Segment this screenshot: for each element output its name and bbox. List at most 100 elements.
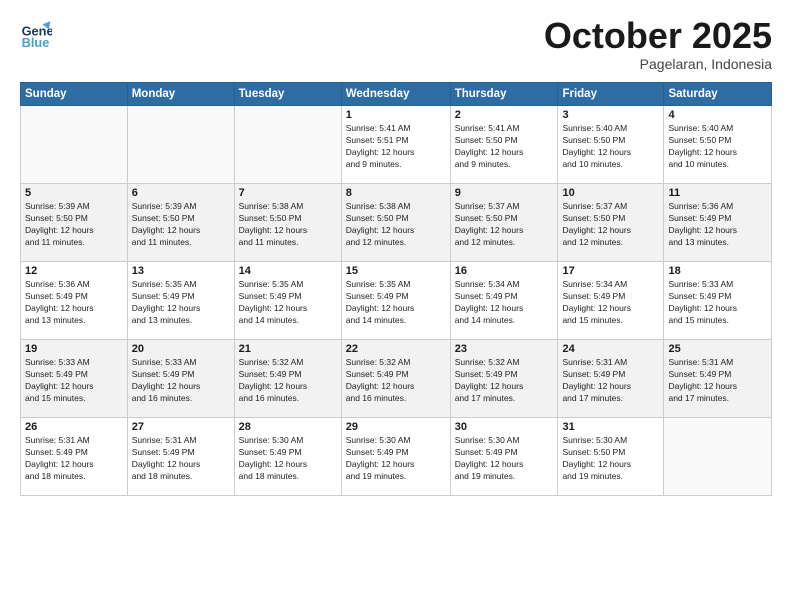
location: Pagelaran, Indonesia [544,56,772,72]
day-number: 14 [239,265,337,277]
calendar-cell: 6 Sunrise: 5:39 AM Sunset: 5:50 PM Daylig… [127,184,234,262]
calendar-cell: 20 Sunrise: 5:33 AM Sunset: 5:49 PM Dayli… [127,340,234,418]
day-number: 22 [346,343,446,355]
day-number: 19 [25,343,123,355]
day-number: 15 [346,265,446,277]
day-info: Sunrise: 5:34 AM Sunset: 5:49 PM Dayligh… [455,279,554,327]
day-number: 21 [239,343,337,355]
day-info: Sunrise: 5:41 AM Sunset: 5:50 PM Dayligh… [455,123,554,171]
day-info: Sunrise: 5:30 AM Sunset: 5:49 PM Dayligh… [346,435,446,483]
day-number: 4 [668,109,767,121]
day-info: Sunrise: 5:40 AM Sunset: 5:50 PM Dayligh… [668,123,767,171]
calendar-cell: 24 Sunrise: 5:31 AM Sunset: 5:49 PM Dayli… [558,340,664,418]
day-number: 24 [562,343,659,355]
day-number: 13 [132,265,230,277]
calendar-cell: 8Sunrise: 5:38 AM Sunset: 5:50 PM Daylig… [341,184,450,262]
weekday-header-tuesday: Tuesday [234,83,341,106]
calendar-cell: 17Sunrise: 5:34 AM Sunset: 5:49 PM Dayli… [558,262,664,340]
calendar-week-3: 19 Sunrise: 5:33 AM Sunset: 5:49 PM Dayli… [21,340,772,418]
day-info: Sunrise: 5:30 AM Sunset: 5:49 PM Dayligh… [239,435,337,483]
day-info: Sunrise: 5:33 AM Sunset: 5:49 PM Dayligh… [668,279,767,327]
day-info: Sunrise: 5:35 AM Sunset: 5:49 PM Dayligh… [346,279,446,327]
calendar-cell: 29 Sunrise: 5:30 AM Sunset: 5:49 PM Dayli… [341,418,450,496]
calendar-week-0: 1Sunrise: 5:41 AM Sunset: 5:51 PM Daylig… [21,106,772,184]
month-title: October 2025 [544,18,772,54]
calendar-cell: 19Sunrise: 5:33 AM Sunset: 5:49 PM Dayli… [21,340,128,418]
day-info: Sunrise: 5:30 AM Sunset: 5:50 PM Dayligh… [562,435,659,483]
day-info: Sunrise: 5:31 AM Sunset: 5:49 PM Dayligh… [562,357,659,405]
day-number: 6 [132,187,230,199]
weekday-header-saturday: Saturday [664,83,772,106]
day-info: Sunrise: 5:39 AM Sunset: 5:50 PM Dayligh… [25,201,123,249]
day-number: 25 [668,343,767,355]
calendar-cell: 3 Sunrise: 5:40 AM Sunset: 5:50 PM Daylig… [558,106,664,184]
day-info: Sunrise: 5:32 AM Sunset: 5:49 PM Dayligh… [346,357,446,405]
calendar-cell: 25 Sunrise: 5:31 AM Sunset: 5:49 PM Dayli… [664,340,772,418]
calendar-cell: 5 Sunrise: 5:39 AM Sunset: 5:50 PM Daylig… [21,184,128,262]
day-number: 17 [562,265,659,277]
calendar-cell: 26 Sunrise: 5:31 AM Sunset: 5:49 PM Dayli… [21,418,128,496]
day-number: 30 [455,421,554,433]
calendar-cell [234,106,341,184]
day-number: 29 [346,421,446,433]
calendar-cell: 27 Sunrise: 5:31 AM Sunset: 5:49 PM Dayli… [127,418,234,496]
day-number: 18 [668,265,767,277]
calendar-cell: 15 Sunrise: 5:35 AM Sunset: 5:49 PM Dayli… [341,262,450,340]
title-block: October 2025 Pagelaran, Indonesia [544,18,772,72]
calendar-cell: 28 Sunrise: 5:30 AM Sunset: 5:49 PM Dayli… [234,418,341,496]
calendar-table: SundayMondayTuesdayWednesdayThursdayFrid… [20,82,772,496]
weekday-header-wednesday: Wednesday [341,83,450,106]
day-info: Sunrise: 5:31 AM Sunset: 5:49 PM Dayligh… [668,357,767,405]
day-info: Sunrise: 5:36 AM Sunset: 5:49 PM Dayligh… [25,279,123,327]
day-number: 27 [132,421,230,433]
calendar-cell: 13 Sunrise: 5:35 AM Sunset: 5:49 PM Dayli… [127,262,234,340]
weekday-header-sunday: Sunday [21,83,128,106]
svg-text:Blue: Blue [22,35,50,50]
weekday-header-thursday: Thursday [450,83,558,106]
day-info: Sunrise: 5:33 AM Sunset: 5:49 PM Dayligh… [132,357,230,405]
calendar-cell [664,418,772,496]
calendar-cell: 2 Sunrise: 5:41 AM Sunset: 5:50 PM Daylig… [450,106,558,184]
day-number: 23 [455,343,554,355]
day-number: 20 [132,343,230,355]
day-number: 26 [25,421,123,433]
calendar-cell: 16 Sunrise: 5:34 AM Sunset: 5:49 PM Dayli… [450,262,558,340]
day-number: 11 [668,187,767,199]
day-info: Sunrise: 5:38 AM Sunset: 5:50 PM Dayligh… [346,201,446,249]
calendar-cell [21,106,128,184]
day-info: Sunrise: 5:31 AM Sunset: 5:49 PM Dayligh… [25,435,123,483]
calendar-cell: 10 Sunrise: 5:37 AM Sunset: 5:50 PM Dayli… [558,184,664,262]
calendar-week-2: 12 Sunrise: 5:36 AM Sunset: 5:49 PM Dayli… [21,262,772,340]
calendar-week-4: 26 Sunrise: 5:31 AM Sunset: 5:49 PM Dayli… [21,418,772,496]
calendar-cell: 14Sunrise: 5:35 AM Sunset: 5:49 PM Dayli… [234,262,341,340]
calendar-cell: 30Sunrise: 5:30 AM Sunset: 5:49 PM Dayli… [450,418,558,496]
day-number: 16 [455,265,554,277]
weekday-header-friday: Friday [558,83,664,106]
logo-icon: General Blue [20,18,52,50]
day-info: Sunrise: 5:35 AM Sunset: 5:49 PM Dayligh… [132,279,230,327]
calendar-cell: 22 Sunrise: 5:32 AM Sunset: 5:49 PM Dayli… [341,340,450,418]
calendar-cell: 23 Sunrise: 5:32 AM Sunset: 5:49 PM Dayli… [450,340,558,418]
day-number: 10 [562,187,659,199]
page-header: General Blue October 2025 Pagelaran, Ind… [20,18,772,72]
calendar-cell: 31Sunrise: 5:30 AM Sunset: 5:50 PM Dayli… [558,418,664,496]
calendar-cell: 18 Sunrise: 5:33 AM Sunset: 5:49 PM Dayli… [664,262,772,340]
calendar-cell: 1Sunrise: 5:41 AM Sunset: 5:51 PM Daylig… [341,106,450,184]
day-info: Sunrise: 5:40 AM Sunset: 5:50 PM Dayligh… [562,123,659,171]
day-info: Sunrise: 5:32 AM Sunset: 5:49 PM Dayligh… [455,357,554,405]
day-info: Sunrise: 5:39 AM Sunset: 5:50 PM Dayligh… [132,201,230,249]
day-number: 12 [25,265,123,277]
calendar-cell: 11 Sunrise: 5:36 AM Sunset: 5:49 PM Dayli… [664,184,772,262]
weekday-header-monday: Monday [127,83,234,106]
day-info: Sunrise: 5:31 AM Sunset: 5:49 PM Dayligh… [132,435,230,483]
day-number: 7 [239,187,337,199]
logo: General Blue [20,18,52,50]
day-number: 2 [455,109,554,121]
day-info: Sunrise: 5:36 AM Sunset: 5:49 PM Dayligh… [668,201,767,249]
day-number: 5 [25,187,123,199]
calendar-cell: 12 Sunrise: 5:36 AM Sunset: 5:49 PM Dayli… [21,262,128,340]
day-number: 3 [562,109,659,121]
day-number: 28 [239,421,337,433]
day-number: 9 [455,187,554,199]
day-info: Sunrise: 5:37 AM Sunset: 5:50 PM Dayligh… [562,201,659,249]
